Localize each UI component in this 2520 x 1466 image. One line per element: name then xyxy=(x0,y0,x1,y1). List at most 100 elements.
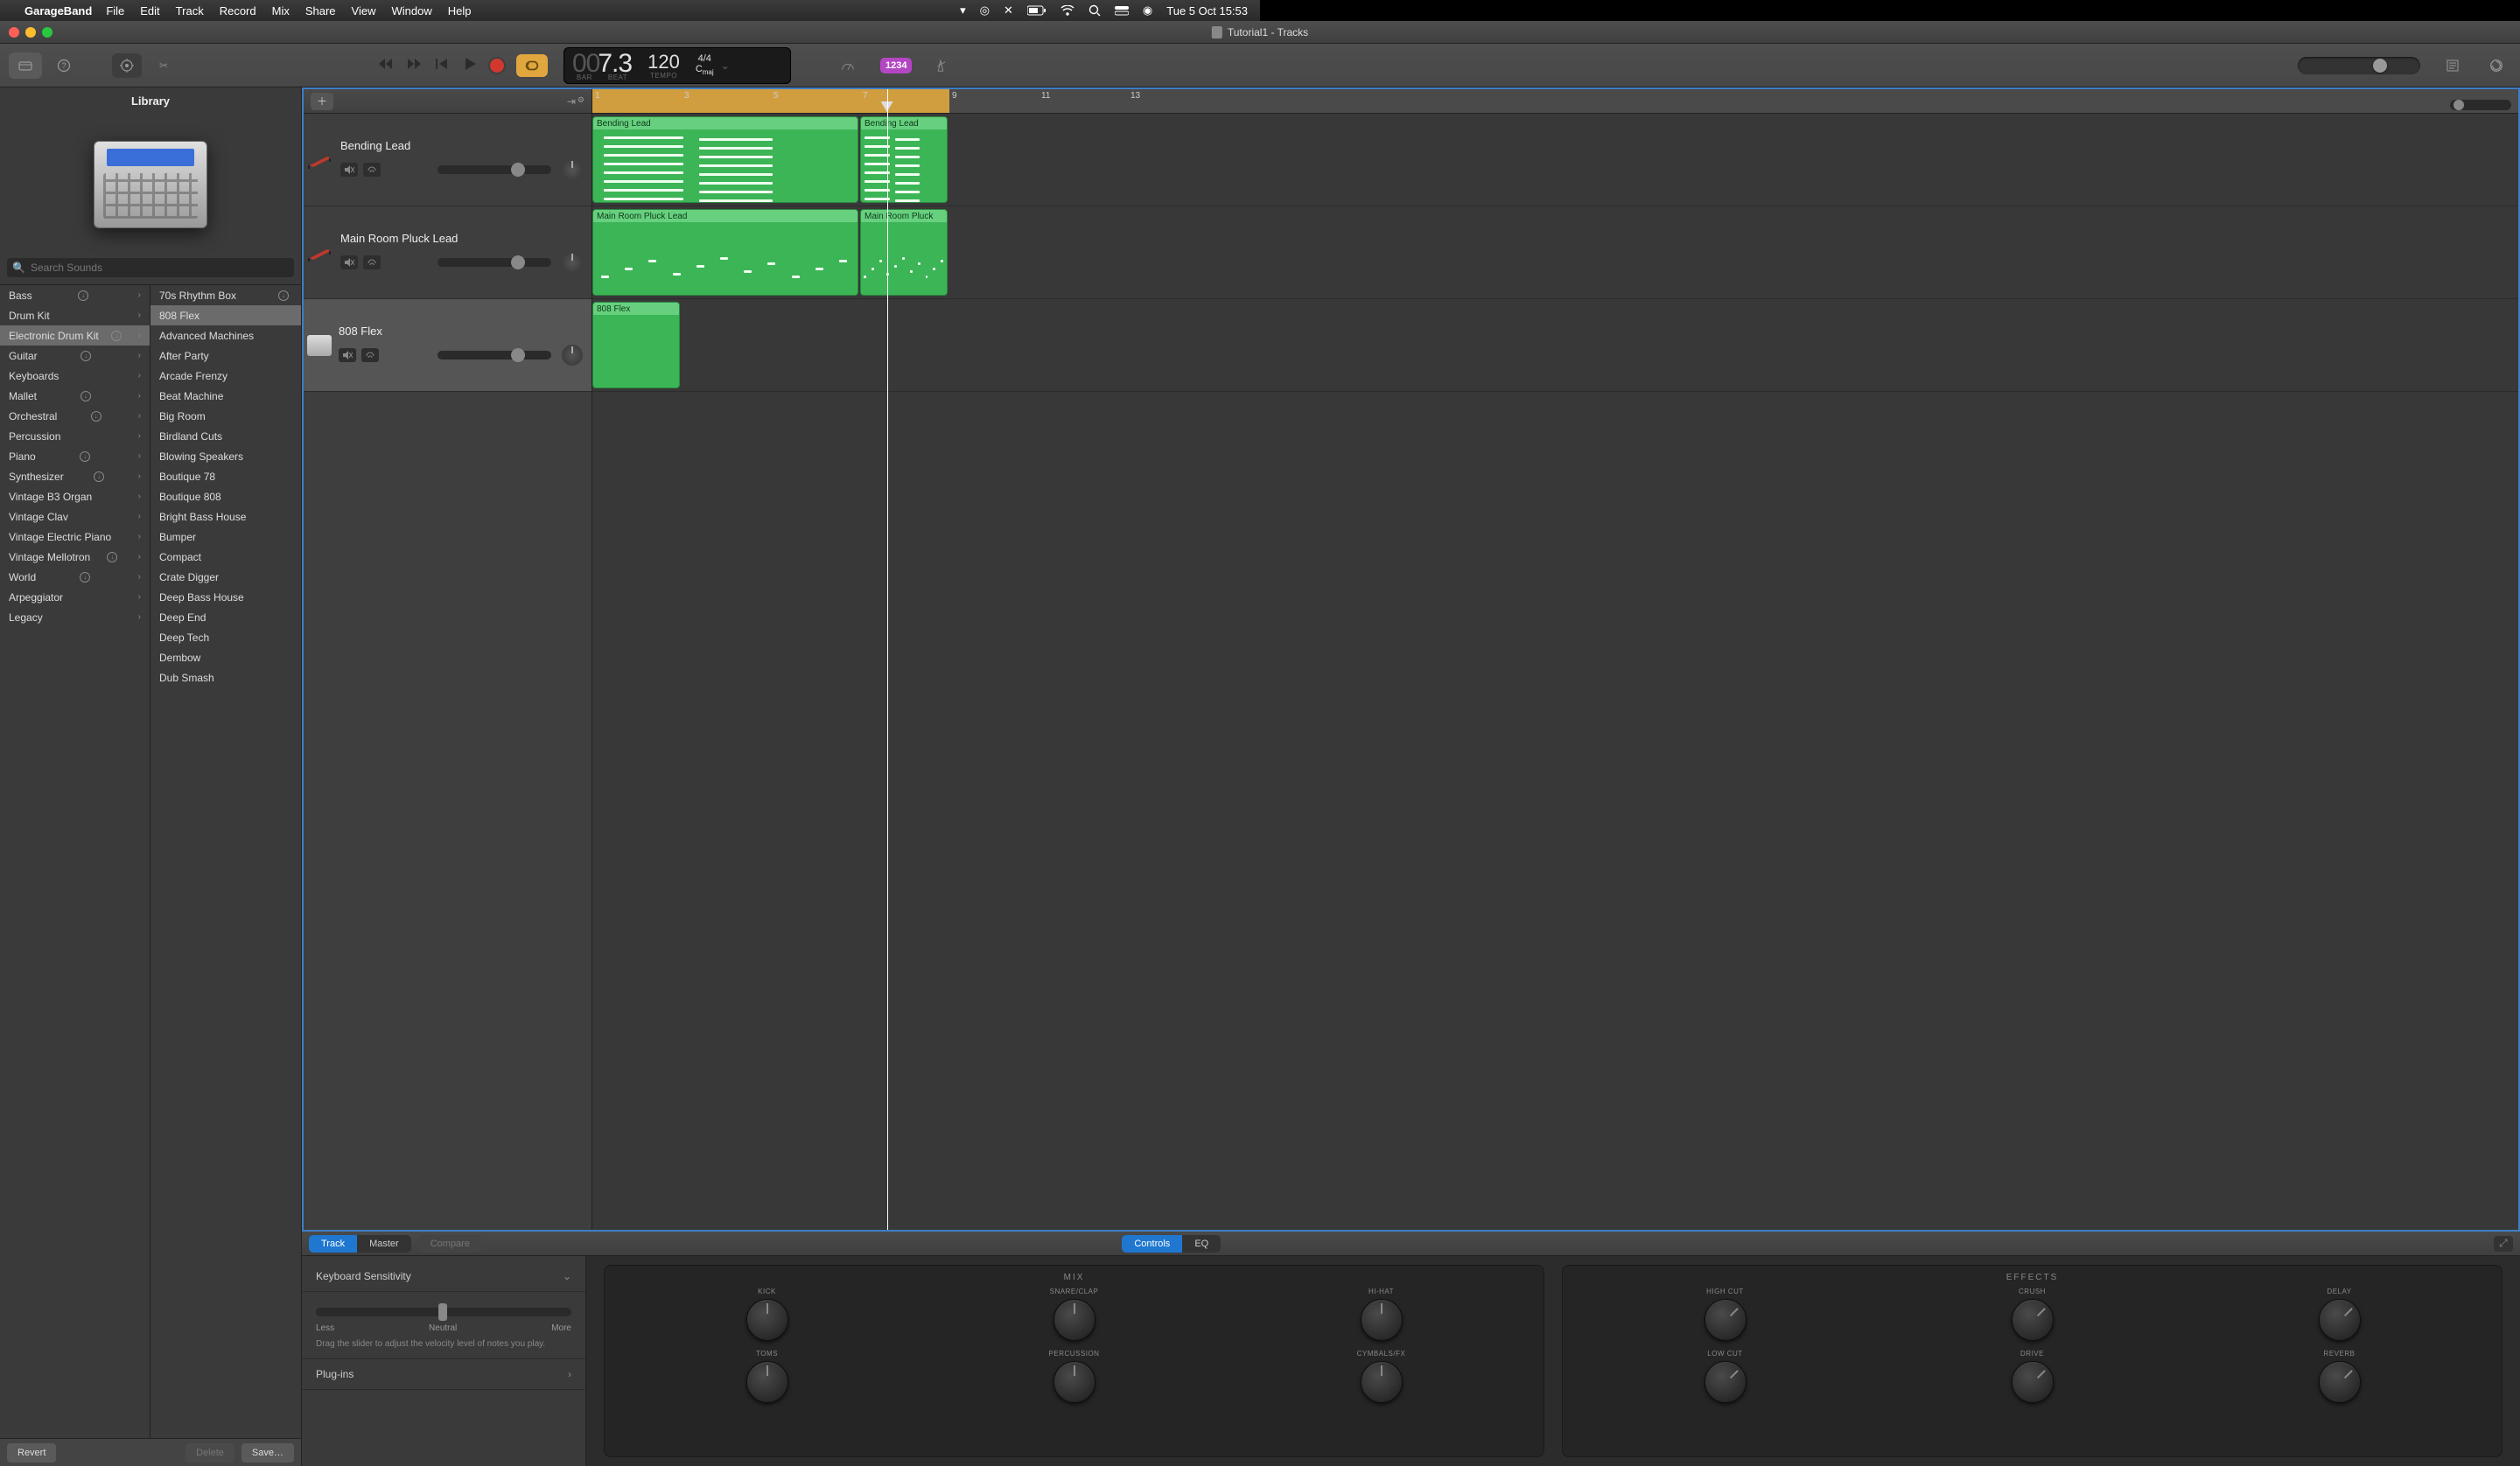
category-row[interactable]: Arpeggiator› xyxy=(0,587,150,607)
midi-region[interactable]: Main Room Pluck Lead xyxy=(592,209,858,296)
solo-button[interactable] xyxy=(361,348,379,362)
download-icon[interactable]: ↓ xyxy=(107,552,117,562)
library-patch-column[interactable]: 70s Rhythm Box↓808 FlexAdvanced Machines… xyxy=(150,285,301,1438)
track-volume-slider[interactable] xyxy=(438,258,551,267)
mute-button[interactable] xyxy=(339,348,356,362)
category-row[interactable]: Electronic Drum Kit↓› xyxy=(0,325,150,346)
download-icon[interactable]: ↓ xyxy=(80,391,91,401)
patch-row[interactable]: Deep Tech xyxy=(150,627,301,647)
menu-record[interactable]: Record xyxy=(220,4,256,17)
track-volume-slider[interactable] xyxy=(438,351,551,360)
playhead[interactable] xyxy=(887,89,888,1230)
patch-row[interactable]: Arcade Frenzy xyxy=(150,366,301,386)
patch-row[interactable]: Deep End xyxy=(150,607,301,627)
category-row[interactable]: Synthesizer↓› xyxy=(0,466,150,486)
category-row[interactable]: Orchestral↓› xyxy=(0,406,150,426)
category-row[interactable]: Piano↓› xyxy=(0,446,150,466)
tab-track[interactable]: Track xyxy=(309,1235,357,1253)
compare-button[interactable]: Compare xyxy=(418,1235,482,1253)
mix-knob[interactable] xyxy=(1361,1299,1403,1341)
menu-view[interactable]: View xyxy=(352,4,376,17)
patch-row[interactable]: Crate Digger xyxy=(150,567,301,587)
forward-button[interactable] xyxy=(406,56,422,74)
mix-knob[interactable] xyxy=(746,1361,788,1403)
battery-icon[interactable] xyxy=(1027,5,1046,16)
tab-controls[interactable]: Controls xyxy=(1122,1235,1182,1253)
menu-track[interactable]: Track xyxy=(176,4,204,17)
fx-knob[interactable] xyxy=(2319,1361,2361,1403)
master-volume-slider[interactable] xyxy=(2298,57,2420,74)
lcd-signature[interactable]: 4/4 Cmaj xyxy=(696,53,714,76)
library-toggle-button[interactable] xyxy=(9,52,42,79)
window-minimize-button[interactable] xyxy=(25,27,36,38)
fx-knob[interactable] xyxy=(2319,1299,2361,1341)
record-button[interactable] xyxy=(490,59,504,73)
editors-toggle-button[interactable]: ✂ xyxy=(149,53,178,78)
mute-button[interactable] xyxy=(340,163,358,177)
track-header[interactable]: 808 Flex xyxy=(304,299,592,392)
category-row[interactable]: Guitar↓› xyxy=(0,346,150,366)
download-icon[interactable]: ↓ xyxy=(80,351,91,361)
patch-row[interactable]: Dub Smash xyxy=(150,667,301,688)
keyboard-sensitivity-slider[interactable] xyxy=(316,1308,571,1316)
fx-knob[interactable] xyxy=(2012,1361,2054,1403)
control-center-icon[interactable] xyxy=(1115,5,1129,16)
track-volume-slider[interactable] xyxy=(438,165,551,174)
revert-button[interactable]: Revert xyxy=(7,1443,56,1463)
track-lane[interactable]: 808 Flex xyxy=(592,299,2518,392)
app-menu[interactable]: GarageBand xyxy=(24,4,92,17)
wifi-icon[interactable] xyxy=(1060,5,1074,16)
download-icon[interactable]: ↓ xyxy=(94,471,104,482)
download-icon[interactable]: ↓ xyxy=(80,451,90,462)
window-zoom-button[interactable] xyxy=(42,27,52,38)
patch-row[interactable]: Deep Bass House xyxy=(150,587,301,607)
patch-row[interactable]: After Party xyxy=(150,346,301,366)
menu-share[interactable]: Share xyxy=(305,4,336,17)
siri-icon[interactable]: ◉ xyxy=(1143,3,1152,17)
category-row[interactable]: Vintage B3 Organ› xyxy=(0,486,150,506)
download-icon[interactable]: ↓ xyxy=(111,331,122,341)
download-icon[interactable]: ↓ xyxy=(80,572,90,583)
patch-row[interactable]: Bright Bass House xyxy=(150,506,301,527)
collapse-panel-button[interactable]: ⤢ xyxy=(2494,1236,2513,1252)
count-in-button[interactable]: 1234 xyxy=(880,58,912,73)
download-icon[interactable]: ↓ xyxy=(91,411,102,422)
fx-knob[interactable] xyxy=(2012,1299,2054,1341)
patch-row[interactable]: Dembow xyxy=(150,647,301,667)
download-icon[interactable]: ↓ xyxy=(78,290,88,301)
fx-knob[interactable] xyxy=(1704,1361,1746,1403)
patch-row[interactable]: 808 Flex xyxy=(150,305,301,325)
menu-file[interactable]: File xyxy=(106,4,124,17)
horizontal-zoom-slider[interactable] xyxy=(2450,100,2511,110)
plugins-header[interactable]: Plug-ins › xyxy=(302,1359,585,1390)
patch-row[interactable]: Bumper xyxy=(150,527,301,547)
category-row[interactable]: Mallet↓› xyxy=(0,386,150,406)
mute-button[interactable] xyxy=(340,255,358,269)
timeline-area[interactable]: 135791113 Bending LeadBending LeadMain R… xyxy=(592,89,2518,1230)
lcd-display[interactable]: 007.3 BARBEAT 120 TEMPO 4/4 Cmaj ⌄ xyxy=(564,47,791,84)
creative-cloud-icon[interactable]: ◎ xyxy=(980,3,990,17)
midi-region[interactable]: 808 Flex xyxy=(592,302,680,388)
patch-row[interactable]: Beat Machine xyxy=(150,386,301,406)
keyboard-sensitivity-header[interactable]: Keyboard Sensitivity ⌄ xyxy=(302,1261,585,1292)
mix-knob[interactable] xyxy=(1054,1361,1096,1403)
patch-row[interactable]: Birdland Cuts xyxy=(150,426,301,446)
quick-help-button[interactable]: ? xyxy=(49,53,79,78)
track-lane[interactable]: Main Room Pluck LeadMain Room Pluck xyxy=(592,206,2518,299)
notepad-button[interactable] xyxy=(2438,53,2468,78)
category-row[interactable]: Bass↓› xyxy=(0,285,150,305)
category-row[interactable]: World↓› xyxy=(0,567,150,587)
spotlight-icon[interactable] xyxy=(1088,4,1101,17)
metronome-button[interactable] xyxy=(926,53,956,78)
category-row[interactable]: Drum Kit› xyxy=(0,305,150,325)
track-pan-knob[interactable] xyxy=(562,252,583,273)
download-icon[interactable]: ↓ xyxy=(278,290,289,301)
patch-row[interactable]: Boutique 78 xyxy=(150,466,301,486)
window-close-button[interactable] xyxy=(9,27,19,38)
menu-datetime[interactable]: Tue 5 Oct 15:53 xyxy=(1166,4,1248,17)
category-row[interactable]: Legacy› xyxy=(0,607,150,627)
midi-region[interactable]: Main Room Pluck xyxy=(860,209,948,296)
patch-row[interactable]: Big Room xyxy=(150,406,301,426)
timeline-ruler[interactable]: 135791113 xyxy=(592,89,2518,114)
category-row[interactable]: Vintage Clav› xyxy=(0,506,150,527)
